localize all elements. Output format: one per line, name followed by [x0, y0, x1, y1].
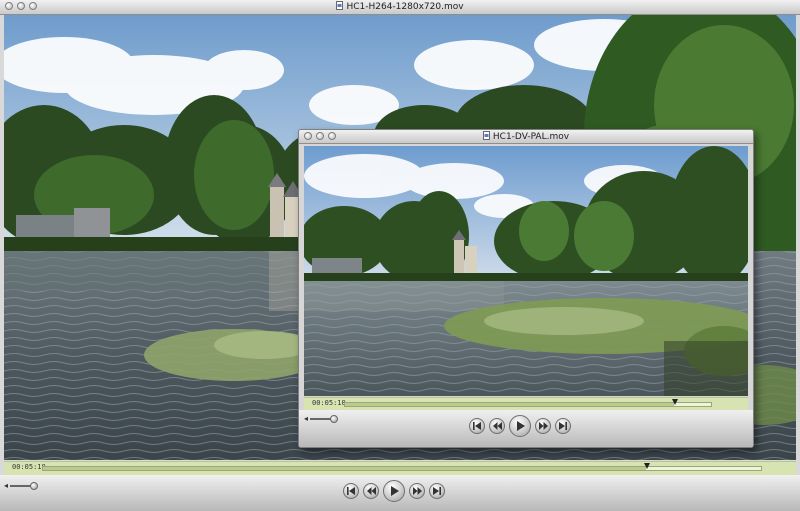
main-scrub-bar[interactable]: 00:05:10 — [4, 461, 796, 476]
pal-volume-knob[interactable] — [330, 414, 339, 423]
main-volume-knob[interactable] — [30, 481, 39, 490]
skip-forward-icon[interactable] — [429, 483, 445, 499]
main-volume-control[interactable]: ◂ — [4, 481, 39, 490]
main-playhead[interactable] — [643, 463, 650, 469]
main-title-text: HC1-H264-1280x720.mov — [346, 2, 464, 12]
rewind-icon[interactable] — [363, 483, 379, 499]
movie-file-icon — [482, 131, 490, 140]
pal-progress-track[interactable] — [344, 402, 712, 407]
pal-player-window: HC1-DV-PAL.mov 00:05:10 ◂ — [298, 129, 754, 448]
main-transport — [343, 480, 445, 502]
skip-back-icon[interactable] — [343, 483, 359, 499]
speaker-icon: ◂ — [304, 414, 309, 423]
pal-progress-fill — [345, 403, 675, 406]
play-icon[interactable] — [509, 415, 531, 437]
skip-forward-icon[interactable] — [555, 418, 571, 434]
pal-scrub-bar[interactable]: 00:05:10 — [304, 397, 748, 411]
main-progress-track[interactable] — [42, 466, 762, 471]
pal-volume-slider[interactable] — [310, 414, 339, 423]
pal-timecode: 00:05:10 — [312, 399, 346, 407]
rewind-icon[interactable] — [489, 418, 505, 434]
main-progress-fill — [43, 467, 647, 470]
movie-file-icon — [336, 1, 344, 10]
pal-titlebar[interactable]: HC1-DV-PAL.mov — [299, 130, 753, 144]
fast-forward-icon[interactable] — [409, 483, 425, 499]
window-title: HC1-H264-1280x720.mov — [0, 1, 800, 12]
pal-title-text: HC1-DV-PAL.mov — [492, 132, 570, 142]
play-icon[interactable] — [383, 480, 405, 502]
skip-back-icon[interactable] — [469, 418, 485, 434]
pal-video-frame[interactable] — [304, 146, 748, 396]
pal-control-bar: ◂ — [299, 410, 753, 447]
main-control-bar: ◂ — [0, 475, 800, 511]
pal-window-title: HC1-DV-PAL.mov — [299, 131, 753, 142]
main-titlebar[interactable]: HC1-H264-1280x720.mov — [0, 0, 800, 15]
pal-transport — [469, 415, 571, 437]
pal-playhead[interactable] — [672, 399, 679, 405]
speaker-icon: ◂ — [4, 481, 9, 490]
fast-forward-icon[interactable] — [535, 418, 551, 434]
pal-volume-control[interactable]: ◂ — [304, 414, 339, 423]
main-volume-slider[interactable] — [10, 481, 39, 490]
main-timecode: 00:05:10 — [12, 463, 46, 471]
